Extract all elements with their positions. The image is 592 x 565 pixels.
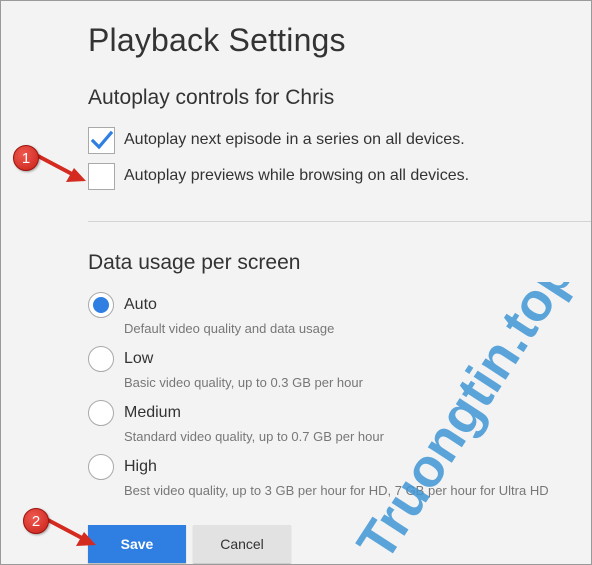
low-radio[interactable] (88, 346, 114, 372)
callout-arrow-icon (36, 154, 86, 182)
watermark-logo: Truongtin.top (348, 282, 586, 565)
low-description: Basic video quality, up to 0.3 GB per ho… (124, 375, 363, 390)
medium-radio[interactable] (88, 400, 114, 426)
medium-description: Standard video quality, up to 0.7 GB per… (124, 429, 384, 444)
data-usage-option-high[interactable]: High Best video quality, up to 3 GB per … (88, 454, 549, 498)
autoplay-next-episode-option[interactable]: Autoplay next episode in a series on all… (88, 126, 465, 154)
high-radio[interactable] (88, 454, 114, 480)
radio-selected-dot (93, 297, 109, 313)
save-button[interactable]: Save (88, 525, 186, 563)
section-divider (88, 221, 592, 222)
cancel-button[interactable]: Cancel (193, 525, 291, 563)
data-usage-option-medium[interactable]: Medium Standard video quality, up to 0.7… (88, 400, 384, 444)
data-usage-section-title: Data usage per screen (88, 251, 301, 274)
callout-badge-1: 1 (13, 145, 39, 171)
autoplay-previews-option[interactable]: Autoplay previews while browsing on all … (88, 162, 469, 190)
callout-badge-2: 2 (23, 508, 49, 534)
callout-arrow-icon (46, 518, 96, 546)
data-usage-option-low[interactable]: Low Basic video quality, up to 0.3 GB pe… (88, 346, 363, 390)
autoplay-next-episode-checkbox[interactable] (88, 126, 115, 154)
page-title: Playback Settings (88, 22, 346, 58)
low-label: Low (124, 350, 154, 367)
autoplay-next-episode-label: Autoplay next episode in a series on all… (124, 131, 465, 148)
checkmark-icon (90, 130, 113, 150)
high-label: High (124, 458, 157, 475)
high-description: Best video quality, up to 3 GB per hour … (124, 483, 549, 498)
auto-label: Auto (124, 296, 157, 313)
autoplay-previews-checkbox[interactable] (88, 162, 115, 190)
data-usage-option-auto[interactable]: Auto Default video quality and data usag… (88, 292, 334, 336)
auto-description: Default video quality and data usage (124, 321, 335, 336)
autoplay-section-title: Autoplay controls for Chris (88, 86, 335, 109)
autoplay-previews-label: Autoplay previews while browsing on all … (124, 167, 470, 184)
medium-label: Medium (124, 404, 181, 421)
auto-radio[interactable] (88, 292, 114, 318)
